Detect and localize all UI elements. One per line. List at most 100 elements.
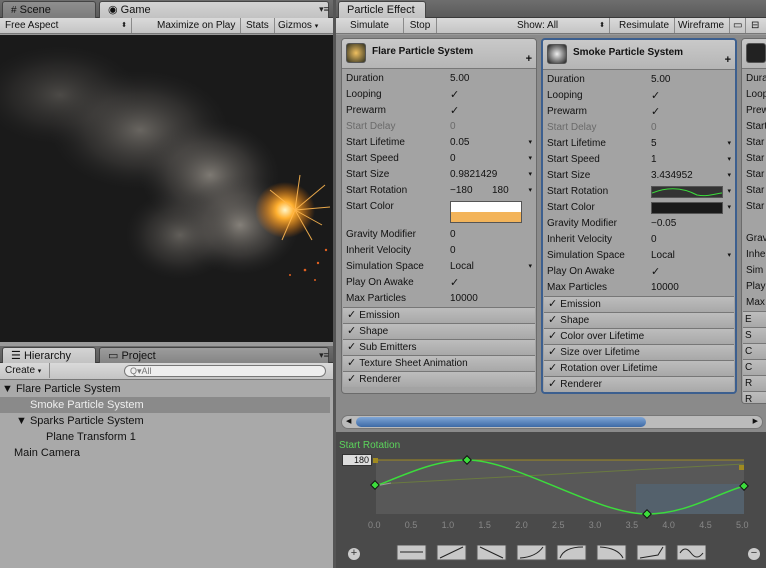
maximize-on-play-button[interactable]: Maximize on Play xyxy=(152,18,242,33)
property-value[interactable]: −180 xyxy=(450,183,473,199)
module-header[interactable]: ✓ Size over Lifetime xyxy=(544,344,734,360)
property-value[interactable]: 10000 xyxy=(651,280,679,296)
module-check-icon[interactable]: ✓ xyxy=(548,346,560,358)
tab-hierarchy[interactable]: ☰ Hierarchy xyxy=(2,347,96,363)
property-value[interactable]: 0 xyxy=(450,227,456,243)
checkbox[interactable]: ✓ xyxy=(450,87,459,103)
module-header[interactable]: ✓ Shape xyxy=(544,312,734,328)
hierarchy-search-input[interactable]: Q▾All xyxy=(124,365,326,377)
stats-button[interactable]: Stats xyxy=(241,18,275,33)
checkbox[interactable]: ✓ xyxy=(651,264,660,280)
curve-thumbnail[interactable] xyxy=(651,186,723,198)
add-icon[interactable]: + xyxy=(526,53,532,65)
dropdown-arrow-icon[interactable]: ▾ xyxy=(727,168,731,184)
checkbox[interactable]: ✓ xyxy=(651,104,660,120)
module-header[interactable]: ✓ Renderer xyxy=(544,376,734,392)
dropdown-arrow-icon[interactable]: ▾ xyxy=(727,248,731,264)
module-check-icon[interactable]: ✓ xyxy=(347,309,359,321)
property-value[interactable]: 0 xyxy=(450,243,456,259)
module-header[interactable]: ✓ Sub Emitters xyxy=(343,339,535,355)
layout-split-icon[interactable]: ⊟ xyxy=(746,18,766,33)
tab-game[interactable]: ◉ Game xyxy=(99,1,329,18)
add-icon[interactable]: + xyxy=(725,54,731,66)
property-value[interactable]: 0.05 xyxy=(450,135,469,151)
module-header[interactable]: ✓ Emission xyxy=(544,296,734,312)
property-value[interactable]: 0 xyxy=(450,151,456,167)
property-value[interactable]: 0 xyxy=(651,232,657,248)
dropdown-arrow-icon[interactable]: ▾ xyxy=(528,167,532,183)
property-value[interactable]: 5 xyxy=(651,136,657,152)
property-value[interactable]: 1 xyxy=(651,152,657,168)
dropdown-arrow-icon[interactable]: ▾ xyxy=(727,152,731,168)
scrollbar-thumb[interactable] xyxy=(356,417,646,427)
list-item[interactable]: Plane Transform 1 xyxy=(46,429,136,445)
checkbox[interactable]: ✓ xyxy=(651,88,660,104)
preset-sine[interactable] xyxy=(676,545,706,561)
color-swatch[interactable] xyxy=(651,202,723,214)
property-value[interactable]: −0.05 xyxy=(651,216,676,232)
module-header[interactable]: ✓ Rotation over Lifetime xyxy=(544,360,734,376)
module-check-icon[interactable]: ✓ xyxy=(347,373,359,385)
property-value[interactable]: 5.00 xyxy=(651,72,670,88)
resimulate-button[interactable]: Resimulate xyxy=(614,18,676,33)
property-value[interactable]: 0 xyxy=(651,120,657,136)
curve-graph[interactable] xyxy=(336,454,766,544)
dropdown-arrow-icon[interactable]: ▾ xyxy=(528,259,532,275)
module-check-icon[interactable]: ✓ xyxy=(347,341,359,353)
checkbox[interactable]: ✓ xyxy=(450,275,459,291)
property-value[interactable]: 0 xyxy=(450,119,456,135)
module-header[interactable]: ✓ Shape xyxy=(343,323,535,339)
property-value[interactable]: 0.9821429 xyxy=(450,167,497,183)
property-value-max[interactable]: 180 xyxy=(492,183,509,199)
module-check-icon[interactable]: ✓ xyxy=(548,362,560,374)
dropdown-arrow-icon[interactable]: ▾ xyxy=(727,136,731,152)
property-value[interactable]: 10000 xyxy=(450,291,478,307)
module-header[interactable]: ✓ Emission xyxy=(343,307,535,323)
dropdown-arrow-icon[interactable]: ▾ xyxy=(727,200,731,216)
module-check-icon[interactable]: ✓ xyxy=(347,357,359,369)
module-header[interactable]: S xyxy=(743,327,766,343)
game-view[interactable] xyxy=(0,35,333,342)
list-item[interactable]: Main Camera xyxy=(14,445,80,461)
module-header[interactable]: ✓ Texture Sheet Animation xyxy=(343,355,535,371)
color-gradient-swatch[interactable] xyxy=(450,201,522,223)
dropdown-arrow-icon[interactable]: ▾ xyxy=(528,183,532,199)
module-header[interactable]: ✓ Color over Lifetime xyxy=(544,328,734,344)
property-value[interactable]: Local xyxy=(450,259,474,275)
property-value[interactable]: 3.434952 xyxy=(651,168,693,184)
gizmos-dropdown[interactable]: Gizmos ▾ xyxy=(273,18,323,33)
hierarchy-menu-icon[interactable]: ▾≡ xyxy=(318,349,330,361)
show-dropdown[interactable]: Show: All ⬍ xyxy=(512,18,610,33)
remove-curve-icon[interactable]: − xyxy=(748,548,760,560)
module-header[interactable]: C xyxy=(743,359,766,375)
pane-menu-icon[interactable]: ▾≡ xyxy=(318,3,330,15)
dropdown-arrow-icon[interactable]: ▾ xyxy=(727,184,731,200)
dropdown-arrow-icon[interactable]: ▾ xyxy=(528,151,532,167)
tab-scene[interactable]: # Scene xyxy=(2,1,96,18)
module-check-icon[interactable]: ✓ xyxy=(548,314,560,326)
dropdown-arrow-icon[interactable]: ▾ xyxy=(528,135,532,151)
module-header[interactable]: ✓ Renderer xyxy=(343,371,535,387)
aspect-dropdown[interactable]: Free Aspect ⬍ xyxy=(0,18,132,33)
module-header[interactable]: E xyxy=(743,311,766,327)
list-item[interactable]: ▼ Sparks Particle System xyxy=(16,413,144,429)
create-dropdown[interactable]: Create ▾ xyxy=(0,363,50,378)
module-check-icon[interactable]: ✓ xyxy=(548,378,560,390)
list-item[interactable]: ▼ Flare Particle System xyxy=(2,381,120,397)
layout-icon[interactable]: ▭ xyxy=(728,18,746,33)
property-value[interactable]: 5.00 xyxy=(450,71,469,87)
add-curve-icon[interactable]: + xyxy=(348,548,360,560)
scroll-left-icon[interactable]: ◀ xyxy=(346,416,351,428)
tab-project[interactable]: ▭ Project xyxy=(99,347,329,363)
horizontal-scrollbar[interactable]: ◀ ▶ xyxy=(341,415,763,429)
module-check-icon[interactable]: ✓ xyxy=(347,325,359,337)
scroll-right-icon[interactable]: ▶ xyxy=(753,416,758,428)
stop-button[interactable]: Stop xyxy=(404,18,437,33)
module-check-icon[interactable]: ✓ xyxy=(548,298,560,310)
module-header[interactable]: R xyxy=(743,375,766,391)
tab-particle-effect[interactable]: Particle Effect xyxy=(338,1,426,18)
module-header[interactable]: C xyxy=(743,343,766,359)
module-check-icon[interactable]: ✓ xyxy=(548,330,560,342)
wireframe-button[interactable]: Wireframe xyxy=(673,18,731,33)
checkbox[interactable]: ✓ xyxy=(450,103,459,119)
